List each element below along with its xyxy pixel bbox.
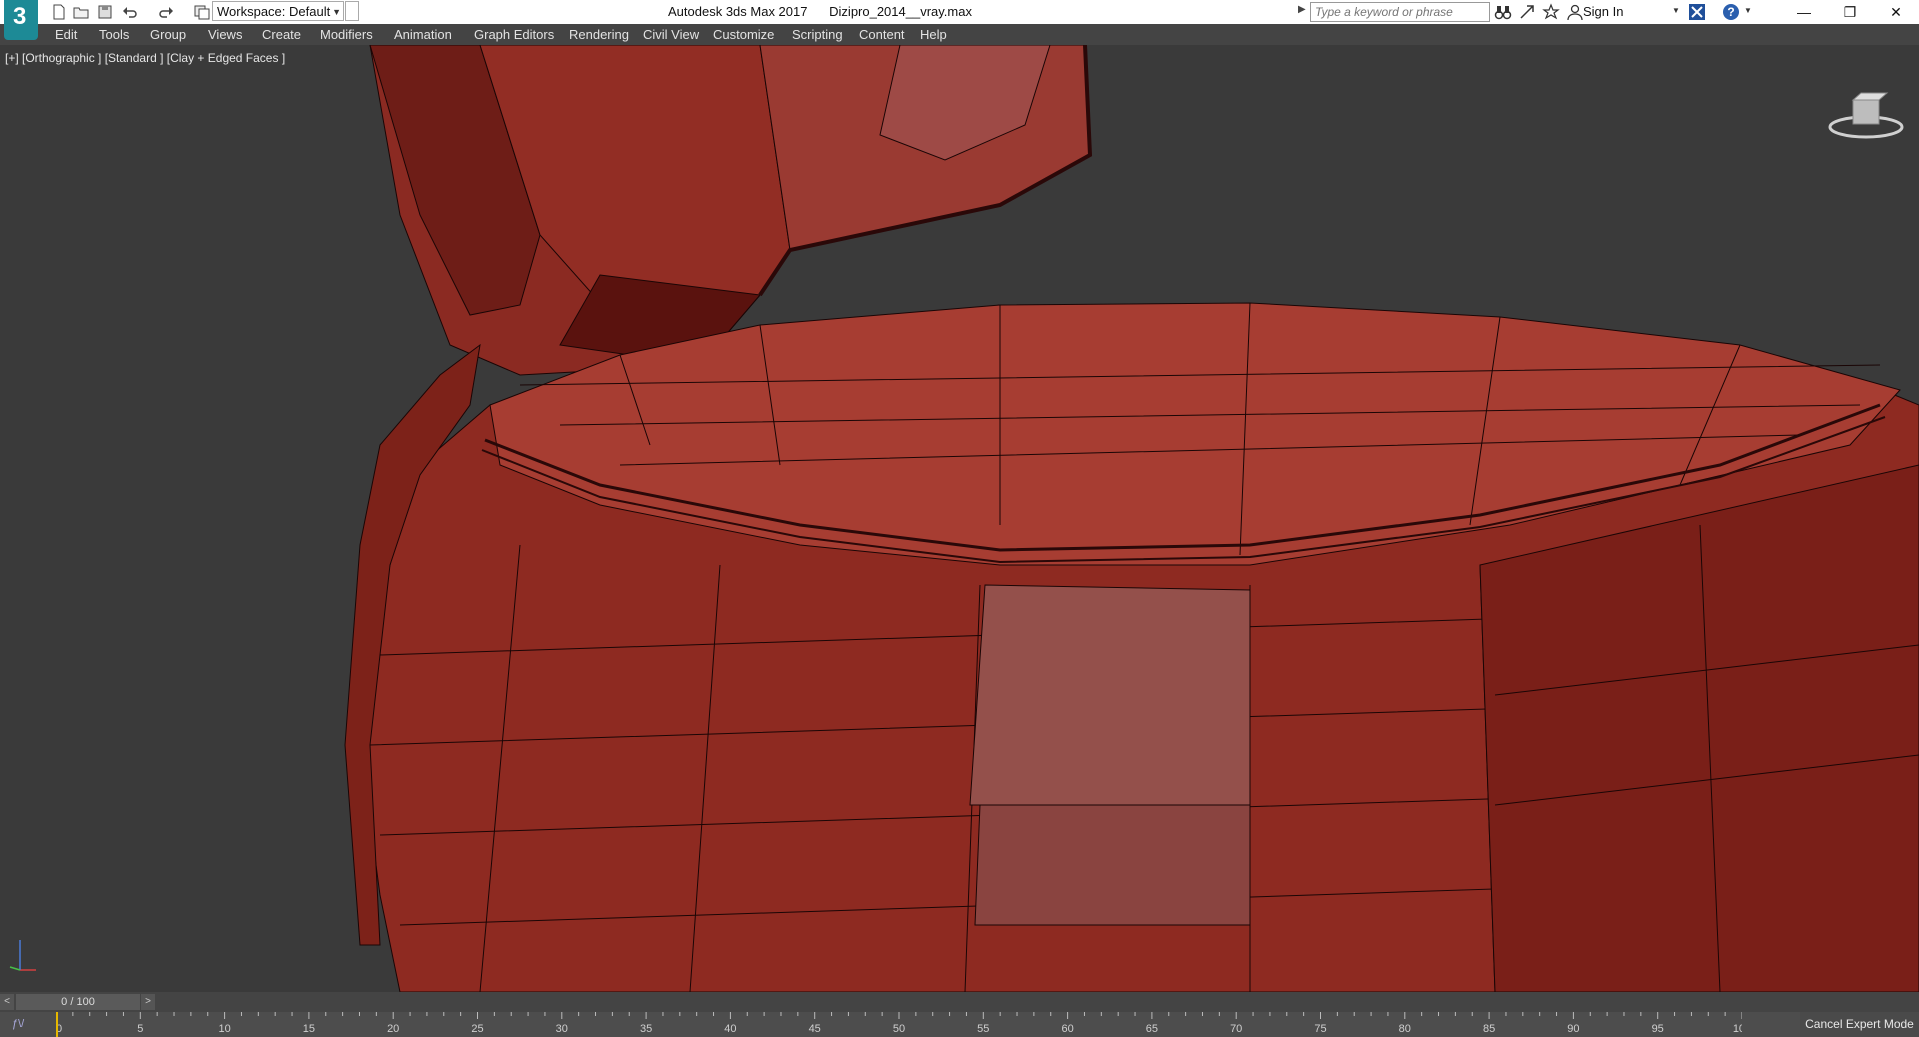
window-title: Autodesk 3ds Max 2017 Dizipro_2014__vray…: [668, 4, 972, 19]
timeline-ruler[interactable]: 0510152025303540455055606570758085909510…: [56, 1012, 1742, 1037]
workspace-label: Workspace: Default: [217, 4, 331, 19]
project-icon[interactable]: [193, 3, 211, 21]
axis-tripod-icon: [9, 940, 36, 971]
minimize-button[interactable]: —: [1781, 0, 1827, 24]
ruler-label: 90: [1567, 1023, 1579, 1035]
menu-content[interactable]: Content: [859, 24, 905, 45]
ruler-label: 25: [471, 1023, 483, 1035]
open-file-icon[interactable]: [72, 3, 90, 21]
menu-customize[interactable]: Customize: [713, 24, 774, 45]
curve-editor-icon[interactable]: ƒ\/: [12, 1018, 24, 1030]
workspace-selector[interactable]: Workspace: Default ▼: [212, 1, 344, 21]
sign-in-dropdown-icon[interactable]: ▼: [1672, 6, 1680, 15]
ruler-label: 50: [893, 1023, 905, 1035]
redo-icon[interactable]: [157, 3, 175, 21]
menu-group[interactable]: Group: [150, 24, 186, 45]
ruler-label: 45: [809, 1023, 821, 1035]
ruler-label: 55: [977, 1023, 989, 1035]
communication-icon[interactable]: [1518, 3, 1536, 21]
menu-modifiers[interactable]: Modifiers: [320, 24, 373, 45]
svg-text:?: ?: [1727, 5, 1734, 19]
ruler-label: 20: [387, 1023, 399, 1035]
menu-views[interactable]: Views: [208, 24, 242, 45]
search-input[interactable]: [1310, 2, 1490, 22]
app-logo-button[interactable]: 3: [4, 0, 38, 40]
chevron-down-icon: ▼: [332, 7, 341, 17]
menu-edit[interactable]: Edit: [55, 24, 77, 45]
viewcube-icon[interactable]: [1826, 85, 1906, 145]
ruler-label: 80: [1399, 1023, 1411, 1035]
menu-create[interactable]: Create: [262, 24, 301, 45]
prev-frame-button[interactable]: <: [0, 994, 14, 1010]
menu-animation[interactable]: Animation: [394, 24, 452, 45]
restore-button[interactable]: ❐: [1827, 0, 1873, 24]
viewport[interactable]: [+] [Orthographic ] [Standard ] [Clay + …: [0, 45, 1919, 992]
close-button[interactable]: ✕: [1873, 0, 1919, 24]
current-frame-marker[interactable]: [56, 1012, 58, 1037]
menu-graph-editors[interactable]: Graph Editors: [474, 24, 554, 45]
menu-scripting[interactable]: Scripting: [792, 24, 843, 45]
ruler-label: 75: [1314, 1023, 1326, 1035]
ruler-label: 5: [137, 1023, 143, 1035]
app-logo-text: 3: [13, 3, 27, 30]
ruler-label: 95: [1652, 1023, 1664, 1035]
ruler-label: 70: [1230, 1023, 1242, 1035]
next-frame-button[interactable]: >: [141, 994, 155, 1010]
exchange-icon[interactable]: [1688, 3, 1706, 21]
ruler-label: 15: [303, 1023, 315, 1035]
time-slider[interactable]: < 0 / 100 >: [0, 992, 1919, 1012]
menu-bar: Edit Tools Group Views Create Modifiers …: [0, 24, 1919, 45]
new-file-icon[interactable]: [50, 3, 68, 21]
ruler-label: 10: [218, 1023, 230, 1035]
chair-model[interactable]: [0, 45, 1919, 992]
undo-icon[interactable]: [121, 3, 139, 21]
menu-rendering[interactable]: Rendering: [569, 24, 629, 45]
sign-in-button[interactable]: Sign In: [1583, 0, 1623, 24]
star-icon[interactable]: [1542, 3, 1560, 21]
ruler-label: 85: [1483, 1023, 1495, 1035]
binoculars-icon[interactable]: [1494, 3, 1512, 21]
menu-help[interactable]: Help: [920, 24, 947, 45]
save-icon[interactable]: [96, 3, 114, 21]
title-bar: 3 Workspace: Default ▼ Autodesk 3ds Max …: [0, 0, 1919, 40]
cancel-expert-mode-button[interactable]: Cancel Expert Mode: [1800, 1012, 1919, 1037]
help-icon[interactable]: ?: [1722, 3, 1740, 21]
viewport-label[interactable]: [+] [Orthographic ] [Standard ] [Clay + …: [5, 51, 285, 65]
workspace-options-button[interactable]: [345, 1, 359, 21]
track-bar[interactable]: ƒ\/ 0 5 10 15 20 25 30 35 40 45 50 55 60 65 70 75 80 85 90…: [0, 1012, 1919, 1037]
ruler-label: 60: [1061, 1023, 1073, 1035]
menu-tools[interactable]: Tools: [99, 24, 129, 45]
frame-display[interactable]: 0 / 100: [16, 994, 140, 1010]
ruler-label: 100: [1733, 1023, 1742, 1035]
chevron-right-icon[interactable]: ▶: [1298, 4, 1306, 15]
help-dropdown-icon[interactable]: ▼: [1744, 6, 1752, 15]
menu-civil-view[interactable]: Civil View: [643, 24, 699, 45]
ruler-label: 35: [640, 1023, 652, 1035]
user-icon[interactable]: [1566, 3, 1584, 21]
ruler-label: 40: [724, 1023, 736, 1035]
ruler-label: 30: [556, 1023, 568, 1035]
ruler-label: 65: [1146, 1023, 1158, 1035]
